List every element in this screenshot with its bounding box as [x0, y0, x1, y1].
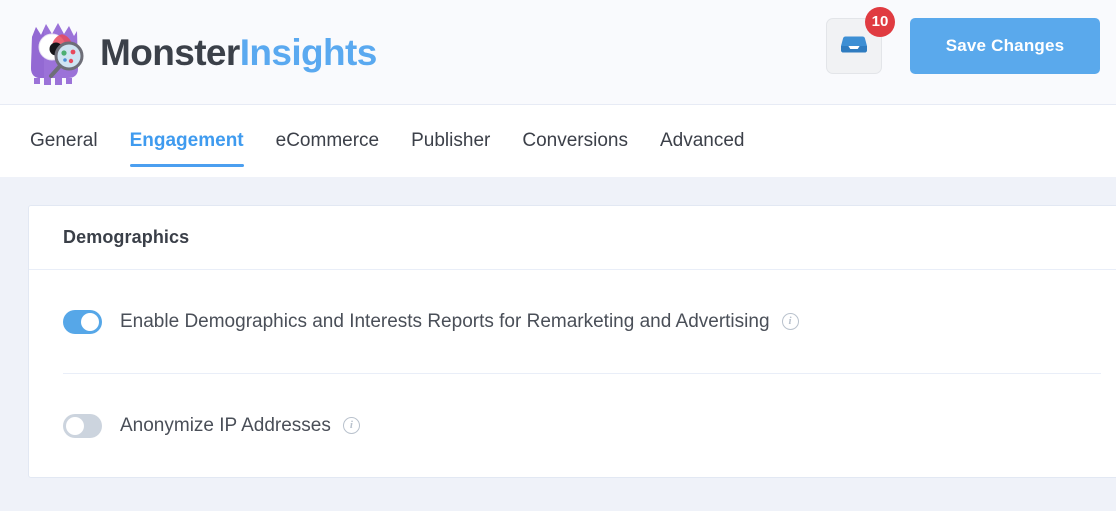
- tab-advanced[interactable]: Advanced: [644, 105, 761, 177]
- card-title: Demographics: [63, 227, 190, 247]
- info-circle-icon-anonymize-ip[interactable]: i: [342, 417, 360, 434]
- inbox-button[interactable]: 10: [826, 7, 895, 74]
- tab-conversions[interactable]: Conversions: [506, 105, 644, 177]
- brand-logo[interactable]: MonsterInsights: [18, 12, 377, 92]
- toggle-knob: [66, 416, 84, 435]
- brand-name-part1: Monster: [100, 31, 240, 73]
- info-circle-icon-demographics[interactable]: i: [781, 313, 799, 330]
- setting-row-anonymize-ip: Anonymize IP Addresses i: [29, 374, 1116, 477]
- save-changes-button[interactable]: Save Changes: [910, 18, 1100, 74]
- inbox-badge-count: 10: [865, 7, 895, 37]
- toggle-demographics-reports[interactable]: [63, 309, 102, 334]
- brand-name-part2: Insights: [239, 31, 378, 73]
- brand-name: MonsterInsights: [100, 34, 377, 71]
- demographics-card: Demographics Enable Demographics and Int…: [28, 205, 1116, 478]
- app-header: MonsterInsights 10 Save Changes: [0, 0, 1116, 105]
- setting-label-anonymize-ip: Anonymize IP Addresses: [120, 414, 331, 436]
- settings-tabbar: General Engagement eCommerce Publisher C…: [0, 105, 1116, 177]
- monster-magnifier-logo-icon: [18, 15, 92, 89]
- inbox-tray-icon: [840, 32, 868, 61]
- tab-engagement[interactable]: Engagement: [114, 105, 260, 177]
- setting-row-demographics: Enable Demographics and Interests Report…: [29, 270, 1116, 373]
- main-content: Demographics Enable Demographics and Int…: [0, 177, 1116, 511]
- toggle-anonymize-ip[interactable]: [63, 413, 102, 438]
- card-header: Demographics: [29, 206, 1116, 270]
- tab-publisher[interactable]: Publisher: [395, 105, 506, 177]
- tab-general[interactable]: General: [30, 105, 114, 177]
- toggle-knob: [81, 312, 99, 331]
- header-actions: 10 Save Changes: [826, 7, 1100, 74]
- setting-label-demographics: Enable Demographics and Interests Report…: [120, 310, 770, 332]
- tab-ecommerce[interactable]: eCommerce: [260, 105, 395, 177]
